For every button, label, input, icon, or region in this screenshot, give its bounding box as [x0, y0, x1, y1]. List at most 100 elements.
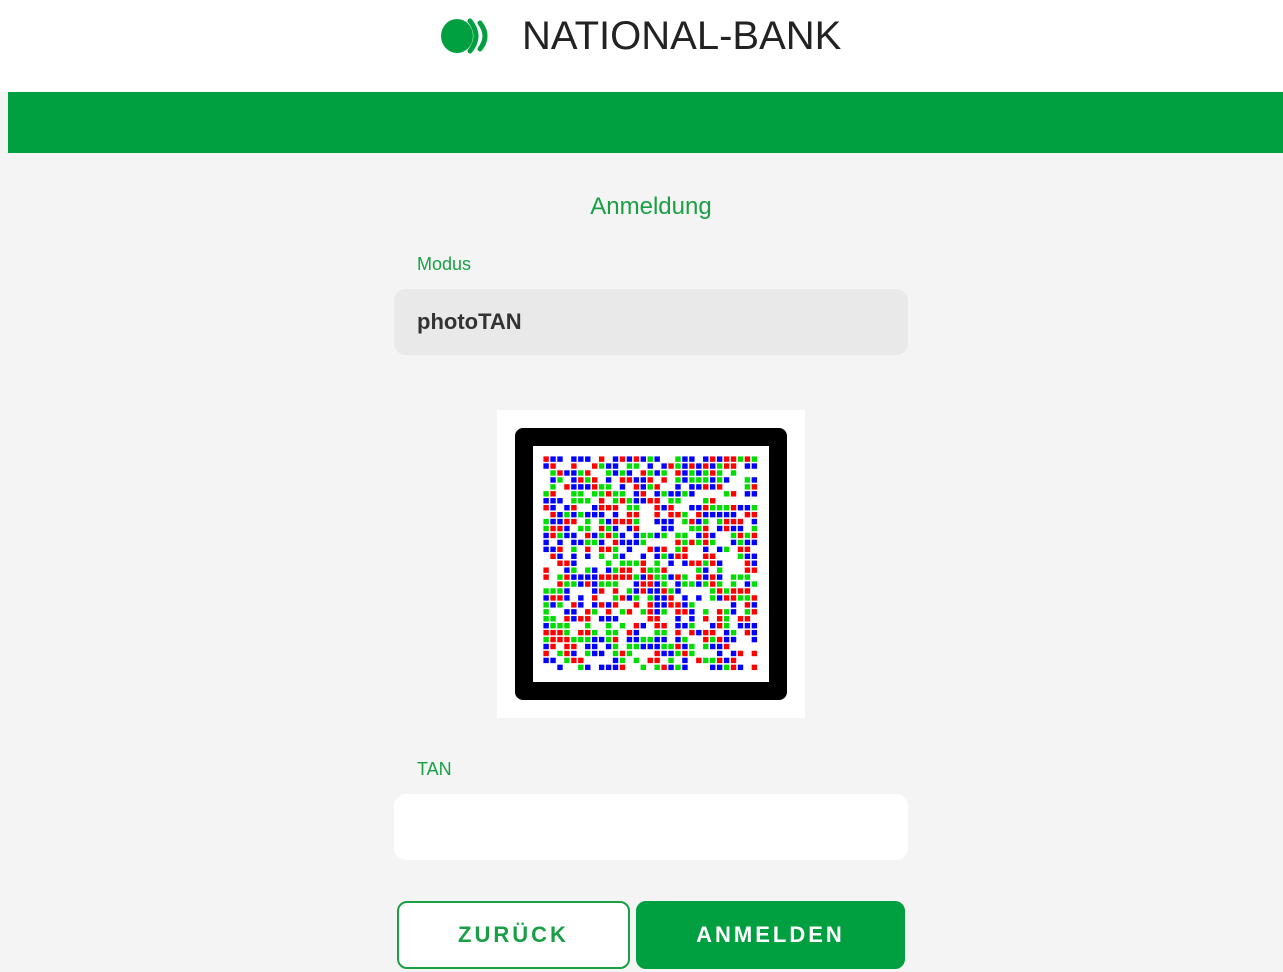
phototan-dot — [543, 525, 549, 532]
phototan-dot — [585, 609, 591, 615]
phototan-dot — [661, 643, 667, 650]
phototan-dot — [612, 629, 619, 636]
phototan-dot — [571, 602, 577, 608]
phototan-dot — [744, 539, 751, 546]
phototan-dot — [751, 560, 758, 566]
phototan-dot — [703, 609, 709, 615]
phototan-dot — [703, 525, 709, 532]
phototan-dot — [751, 567, 758, 573]
phototan-dot — [703, 505, 709, 511]
phototan-dot — [571, 567, 577, 573]
phototan-dot — [543, 539, 549, 546]
phototan-dot — [592, 595, 598, 601]
phototan-dot — [723, 525, 730, 532]
phototan-dot — [751, 636, 758, 643]
phototan-dot — [564, 595, 570, 601]
phototan-dot — [550, 477, 556, 483]
phototan-dot — [612, 581, 619, 587]
phototan-dot — [723, 616, 730, 622]
phototan-dot — [564, 581, 570, 587]
phototan-dot — [543, 518, 549, 525]
phototan-dot — [571, 484, 577, 490]
phototan-dot — [675, 539, 681, 546]
phototan-dot — [730, 650, 737, 657]
phototan-dot — [647, 581, 653, 587]
phototan-dot — [661, 470, 667, 476]
phototan-dot — [668, 574, 674, 580]
phototan-dot — [585, 518, 591, 525]
phototan-dot — [716, 588, 723, 594]
phototan-dot — [661, 574, 667, 580]
phototan-dot — [578, 484, 584, 490]
phototan-dot — [716, 643, 723, 650]
phototan-dot — [744, 532, 751, 539]
phototan-dot — [710, 456, 716, 462]
phototan-dot — [661, 463, 667, 469]
phototan-dot — [710, 484, 716, 490]
phototan-dot — [744, 546, 751, 553]
back-button[interactable]: ZURÜCK — [397, 901, 630, 969]
phototan-dot — [612, 539, 619, 546]
phototan-dot — [744, 588, 751, 594]
phototan-dot — [730, 588, 737, 594]
phototan-dot — [682, 664, 688, 671]
phototan-dot — [654, 574, 660, 580]
phototan-dot — [737, 532, 744, 539]
phototan-dot — [571, 546, 577, 553]
phototan-dot — [633, 636, 640, 643]
phototan-dot — [696, 477, 702, 483]
phototan-dot — [598, 553, 605, 559]
phototan-dot — [682, 595, 688, 601]
phototan-dot — [654, 623, 660, 629]
phototan-dot — [605, 477, 612, 483]
phototan-dot — [605, 629, 612, 636]
phototan-dot — [703, 567, 709, 573]
phototan-dot — [612, 498, 619, 504]
mode-field[interactable]: photoTAN — [394, 289, 908, 355]
phototan-dot — [543, 491, 549, 497]
phototan-dot — [557, 602, 563, 608]
phototan-dot — [710, 477, 716, 483]
phototan-dot — [703, 574, 709, 580]
phototan-dot — [723, 546, 730, 553]
phototan-dot — [543, 463, 549, 469]
tan-input[interactable] — [394, 794, 908, 860]
phototan-dot — [564, 650, 570, 657]
phototan-dot — [751, 511, 758, 518]
phototan-dot — [640, 664, 646, 671]
phototan-dot — [564, 609, 570, 615]
phototan-dot — [557, 574, 563, 580]
phototan-dot — [716, 609, 723, 615]
phototan-dot — [626, 609, 633, 615]
phototan-dot — [578, 498, 584, 504]
phototan-dot — [751, 484, 758, 490]
login-button[interactable]: ANMELDEN — [636, 901, 905, 969]
phototan-dot — [661, 636, 667, 643]
phototan-dot — [696, 484, 702, 490]
phototan-dot — [557, 539, 563, 546]
phototan-dot — [592, 463, 598, 469]
phototan-dot — [571, 560, 577, 566]
phototan-dot — [689, 609, 695, 615]
phototan-dot — [564, 560, 570, 566]
phototan-dot — [744, 491, 751, 497]
phototan-dot — [585, 623, 591, 629]
phototan-dot — [710, 470, 716, 476]
phototan-dot — [564, 629, 570, 636]
phototan-dot — [598, 664, 605, 671]
phototan-dot — [619, 567, 626, 573]
phototan-dot — [703, 518, 709, 525]
phototan-dot — [633, 477, 640, 483]
phototan-dot — [578, 629, 584, 636]
phototan-dot — [744, 609, 751, 615]
phototan-dot — [661, 609, 667, 615]
phototan-dot — [647, 484, 653, 490]
phototan-dot — [564, 657, 570, 664]
phototan-dot — [543, 532, 549, 539]
phototan-dot — [550, 484, 556, 490]
phototan-dot — [592, 629, 598, 636]
phototan-dot — [661, 595, 667, 601]
phototan-dot — [668, 491, 674, 497]
phototan-dot — [730, 595, 737, 601]
phototan-dot — [543, 546, 549, 553]
